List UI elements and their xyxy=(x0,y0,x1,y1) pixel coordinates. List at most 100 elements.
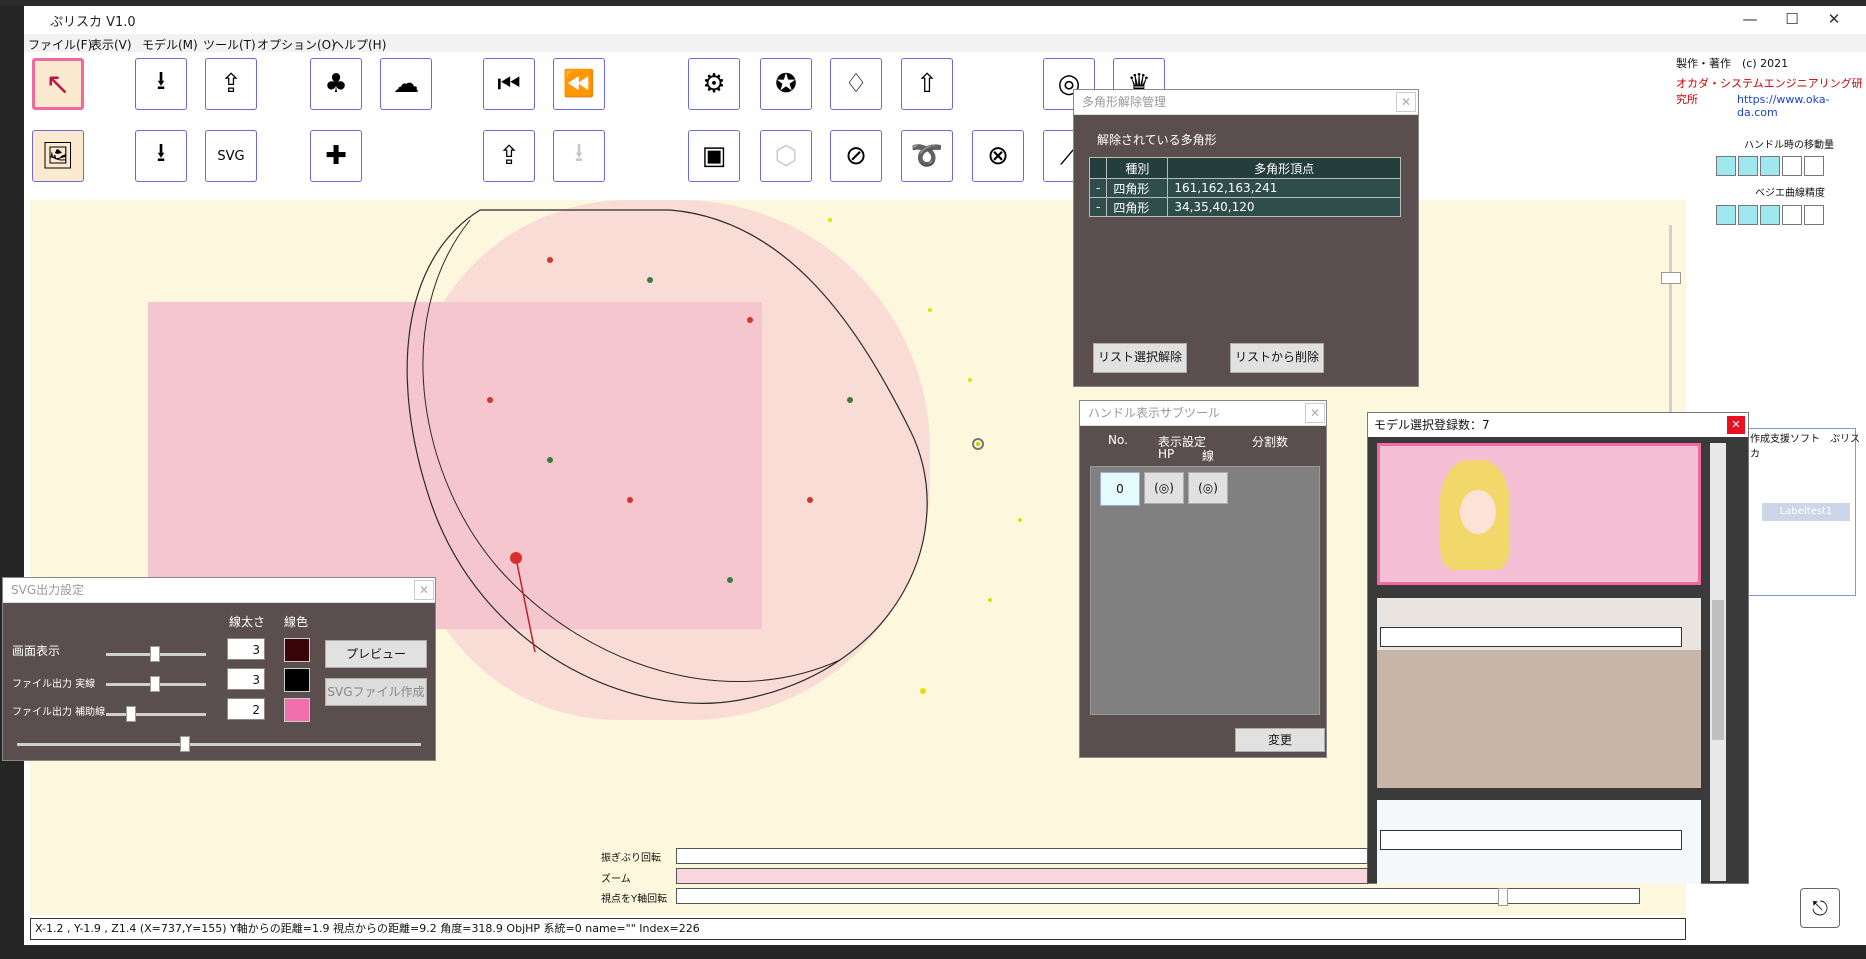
table-row[interactable]: - 四角形 161,162,163,241 xyxy=(1088,178,1401,198)
model-photo xyxy=(1377,650,1701,788)
table-row[interactable]: - 四角形 34,35,40,120 xyxy=(1088,197,1401,217)
bezier-label: ベジエ曲線精度 xyxy=(1755,188,1825,199)
select-arrow-icon[interactable]: ↖ xyxy=(32,58,84,110)
svg-row-label: ファイル出力 補助線 xyxy=(12,707,106,718)
change-button[interactable]: 変更 xyxy=(1235,728,1325,752)
model-name-field[interactable] xyxy=(1380,830,1682,850)
svg-main-slider-thumb[interactable] xyxy=(180,736,190,752)
menu-view[interactable]: 表示(V) xyxy=(90,36,132,53)
svg-row-slider-thumb[interactable] xyxy=(150,676,160,692)
svg-row-label: ファイル出力 実線 xyxy=(12,679,96,690)
settings-gear-icon[interactable]: ⚙ xyxy=(688,58,740,110)
export-svg-icon[interactable]: SVG xyxy=(205,130,257,182)
model-dialog-close[interactable]: ✕ xyxy=(1727,416,1745,434)
menu-file[interactable]: ファイル(F) xyxy=(28,36,92,53)
polygon-dialog-title: 多角形解除管理 xyxy=(1074,90,1418,115)
zoom-slider-label: ズーム xyxy=(601,874,631,885)
title-bar xyxy=(24,6,1866,35)
camera-rewind-icon[interactable]: ⏪ xyxy=(553,58,605,110)
polygon-dialog-close[interactable]: ✕ xyxy=(1396,92,1416,112)
svg-main-slider[interactable] xyxy=(17,743,421,746)
create-svg-button[interactable]: SVGファイル作成 xyxy=(325,678,427,706)
model-scroll-thumb[interactable] xyxy=(1712,600,1724,740)
zoom-slider[interactable] xyxy=(676,868,1368,884)
close-button[interactable]: ✕ xyxy=(1814,8,1854,30)
col-line-width: 線太さ xyxy=(229,615,266,629)
import-plus-icon[interactable]: ⭳ xyxy=(135,130,187,182)
handle-row-no[interactable]: 0 xyxy=(1100,472,1140,506)
image-frame-icon[interactable]: ▣ xyxy=(688,130,740,182)
ide-bottom-strip xyxy=(0,945,1866,959)
minimize-button[interactable]: — xyxy=(1730,8,1770,30)
import-icon[interactable]: ⭳ xyxy=(135,58,187,110)
svg-row-color-swatch[interactable] xyxy=(284,638,310,662)
bezier-selector[interactable] xyxy=(1716,205,1826,228)
yaxis-slider-thumb[interactable] xyxy=(1498,888,1508,906)
svg-dialog: SVG出力設定 xyxy=(2,577,436,761)
camera-upload-icon[interactable]: ⇪ xyxy=(483,130,535,182)
handle-move-label: ハンドル時の移動量 xyxy=(1744,140,1834,151)
export-upload-icon[interactable]: ⇪ xyxy=(205,58,257,110)
col-hp: HP xyxy=(1158,447,1175,461)
vertical-slider-thumb[interactable] xyxy=(1661,272,1681,284)
delete-from-list-button[interactable]: リストから削除 xyxy=(1230,343,1324,373)
svg-dialog-close[interactable]: ✕ xyxy=(414,580,434,600)
menu-option[interactable]: オプション(O) xyxy=(257,36,336,53)
svg-row-width-input[interactable]: 2 xyxy=(227,698,265,720)
svg-row-slider-thumb[interactable] xyxy=(150,646,160,662)
credits-url[interactable]: https://www.oka-da.com xyxy=(1737,93,1866,119)
labeltest: Labeltest1 xyxy=(1762,503,1850,521)
col-no: No. xyxy=(1108,433,1128,447)
menu-tool[interactable]: ツール(T) xyxy=(203,36,256,53)
handle-hp-toggle[interactable]: (◎) xyxy=(1144,472,1184,504)
svg-dialog-title: SVG出力設定 xyxy=(3,578,435,603)
figure-plus-icon[interactable]: ✚ xyxy=(310,130,362,182)
svg-row-width-input[interactable]: 3 xyxy=(227,638,265,660)
col-line: 線 xyxy=(1202,449,1215,463)
camera-cut-rewind-icon[interactable]: ⏮ xyxy=(483,58,535,110)
camera-import-icon[interactable]: ⭳ xyxy=(553,130,605,182)
handle-move-selector[interactable] xyxy=(1716,156,1826,179)
exit-icon[interactable]: ⎋ xyxy=(1800,888,1840,928)
status-bar: X-1.2 , Y-1.9 , Z1.4 (X=737,Y=155) Y軸からの… xyxy=(30,918,1686,940)
polygon-heading: 解除されている多角形 xyxy=(1097,133,1217,147)
yaxis-slider[interactable] xyxy=(676,888,1640,904)
ide-left-strip xyxy=(0,6,24,959)
dress-icon[interactable]: ♢ xyxy=(830,58,882,110)
ring-loop-icon[interactable]: ➰ xyxy=(901,130,953,182)
yaxis-slider-label: 視点をY軸回転 xyxy=(601,894,668,905)
svg-row-color-swatch[interactable] xyxy=(284,668,310,692)
upload-star-icon[interactable]: ⇧ xyxy=(901,58,953,110)
model-thumbnail[interactable] xyxy=(1377,443,1701,585)
handle-dialog-title: ハンドル表示サブツール xyxy=(1080,401,1326,426)
model-dialog-title: モデル選択登録数：7 xyxy=(1368,413,1748,437)
svg-row-label: 画面表示 xyxy=(12,644,61,658)
col-line-color: 線色 xyxy=(284,615,309,629)
col-split: 分割数 xyxy=(1252,435,1289,449)
svg-row-color-swatch[interactable] xyxy=(284,698,310,722)
model-name-field[interactable] xyxy=(1380,627,1682,647)
svg-row-width-input[interactable]: 3 xyxy=(227,668,265,690)
clear-selection-button[interactable]: リスト選択解除 xyxy=(1093,343,1187,373)
svg-row-slider[interactable] xyxy=(106,713,206,716)
credits-line1: 製作・著作 (c) 2021 xyxy=(1676,57,1789,70)
col-type: 種別 xyxy=(1106,157,1169,179)
svg-row-slider-thumb[interactable] xyxy=(126,706,136,722)
preview-button[interactable]: プレビュー xyxy=(325,640,427,668)
maximize-button[interactable]: ☐ xyxy=(1772,8,1812,30)
badge-plus-icon[interactable]: ✪ xyxy=(760,58,812,110)
side-text: 作成支援ソフト ぷリスカ xyxy=(1750,434,1860,460)
model-character-face xyxy=(1460,490,1496,534)
image-figure-icon[interactable]: ☁ xyxy=(380,58,432,110)
handle-dialog-close[interactable]: ✕ xyxy=(1305,403,1325,423)
col-vertices: 多角形頂点 xyxy=(1167,157,1401,179)
orbit-lasso-icon[interactable]: ⊗ xyxy=(972,130,1024,182)
sphere-mesh-icon[interactable]: ⬡ xyxy=(760,130,812,182)
menu-model[interactable]: モデル(M) xyxy=(142,36,198,53)
ellipse-orbit-icon[interactable]: ⊘ xyxy=(830,130,882,182)
handle-line-toggle[interactable]: (◎) xyxy=(1188,472,1228,504)
menu-help[interactable]: ヘルプ(H) xyxy=(332,36,386,53)
image-icon[interactable]: 🖼 xyxy=(32,130,84,182)
shadow-figure-icon[interactable]: ♣ xyxy=(310,58,362,110)
rotate-slider[interactable] xyxy=(676,848,1368,864)
